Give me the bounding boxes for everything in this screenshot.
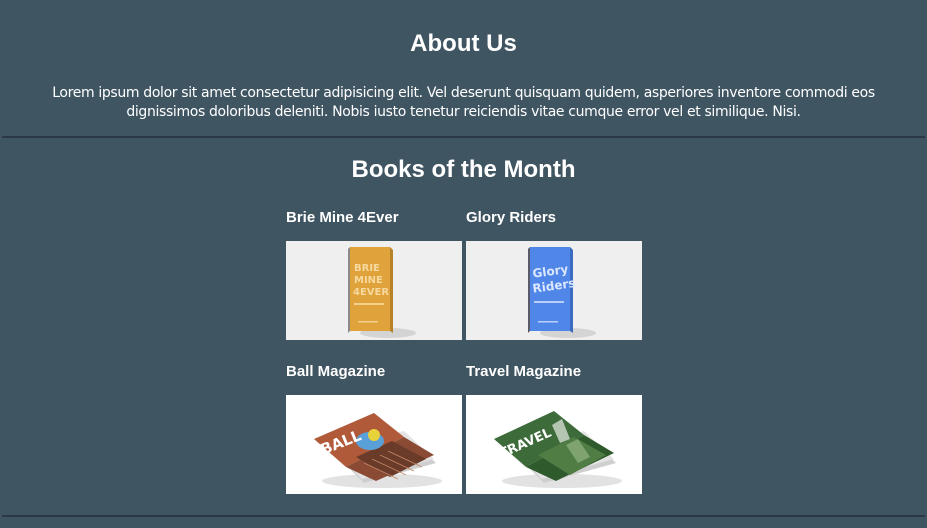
- book-title-glory-riders[interactable]: Glory Riders: [466, 209, 556, 226]
- brie-cover-text-2: MINE: [354, 275, 383, 286]
- brie-cover-text-3: 4EVER: [353, 287, 389, 298]
- brie-cover-text-1: BRIE: [354, 263, 380, 274]
- book-title-ball-magazine[interactable]: Ball Magazine: [286, 363, 385, 380]
- about-text: Lorem ipsum dolor sit amet consectetur a…: [52, 85, 875, 120]
- book-cover-glory-riders[interactable]: Glory Riders: [466, 241, 642, 340]
- book-cover-ball-magazine[interactable]: BALL: [286, 395, 462, 494]
- footer-divider: [2, 515, 925, 517]
- about-title: About Us: [410, 30, 517, 57]
- book-cover-travel-magazine[interactable]: TRAVEL: [466, 395, 642, 494]
- book-cover-brie-mine-4ever[interactable]: BRIE MINE 4EVER: [286, 241, 462, 340]
- books-title: Books of the Month: [351, 156, 576, 183]
- book-title-brie-mine-4ever[interactable]: Brie Mine 4Ever: [286, 209, 399, 226]
- book-title-travel-magazine[interactable]: Travel Magazine: [466, 363, 581, 380]
- section-divider: [2, 136, 925, 138]
